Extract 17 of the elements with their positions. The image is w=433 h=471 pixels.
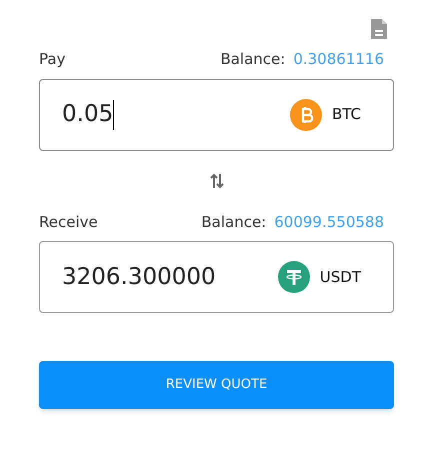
document-icon[interactable] bbox=[370, 18, 388, 40]
amount-value: 0.05 bbox=[62, 100, 114, 130]
balance-label: Balance: bbox=[201, 212, 266, 232]
field-label: Receive bbox=[39, 212, 98, 232]
bitcoin-icon bbox=[290, 98, 322, 130]
currency-label[interactable]: BTC bbox=[332, 103, 361, 126]
amount-value: 3206.300000 bbox=[62, 262, 216, 292]
swap-icon[interactable] bbox=[210, 172, 224, 188]
balance-label: Balance: bbox=[220, 49, 286, 70]
amount-field[interactable]: 0.05 BTC bbox=[39, 78, 394, 150]
amount-field[interactable]: 3206.300000 USDT bbox=[39, 241, 394, 313]
field-label: Pay bbox=[39, 49, 66, 70]
text-caret bbox=[113, 100, 114, 130]
tether-icon bbox=[278, 261, 310, 293]
balance-value: 60099.550588 bbox=[274, 212, 384, 232]
balance-value: 0.30861116 bbox=[293, 49, 384, 70]
currency-label[interactable]: USDT bbox=[320, 266, 361, 288]
